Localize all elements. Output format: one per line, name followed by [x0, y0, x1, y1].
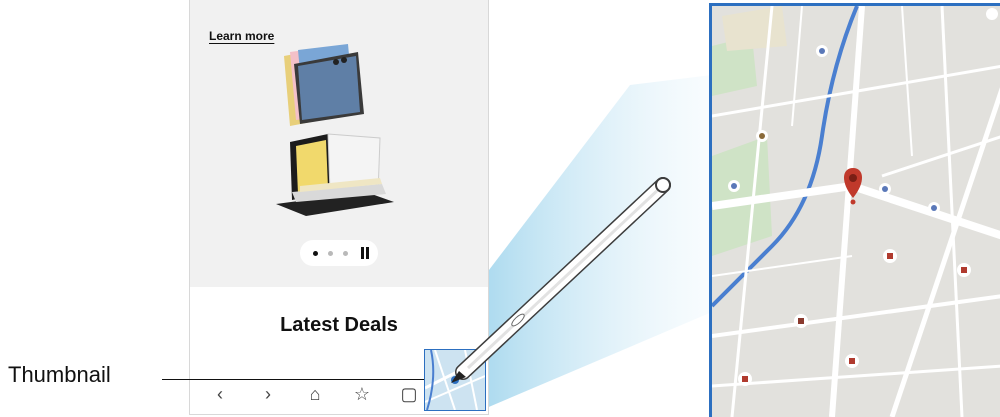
learn-more-link[interactable]: Learn more: [209, 29, 274, 43]
pause-icon[interactable]: [361, 247, 364, 259]
magnified-map-image: [712, 6, 1000, 417]
magnified-map[interactable]: [709, 3, 1000, 417]
thumbnail-callout-label: Thumbnail: [8, 362, 111, 387]
forward-icon[interactable]: ›: [255, 381, 281, 407]
bookmarks-icon[interactable]: ☆: [349, 381, 375, 407]
home-icon[interactable]: ⌂: [302, 381, 328, 407]
product-image: [276, 44, 394, 216]
pager-dot[interactable]: [328, 251, 333, 256]
pager-dot[interactable]: [343, 251, 348, 256]
callout-leader-line: [162, 379, 424, 380]
s-pen-stylus: [451, 177, 671, 383]
back-icon[interactable]: ‹: [207, 381, 233, 407]
tabs-icon[interactable]: ▢: [396, 381, 422, 407]
pager-dot-active[interactable]: [313, 251, 318, 256]
carousel-pager[interactable]: [300, 240, 378, 266]
